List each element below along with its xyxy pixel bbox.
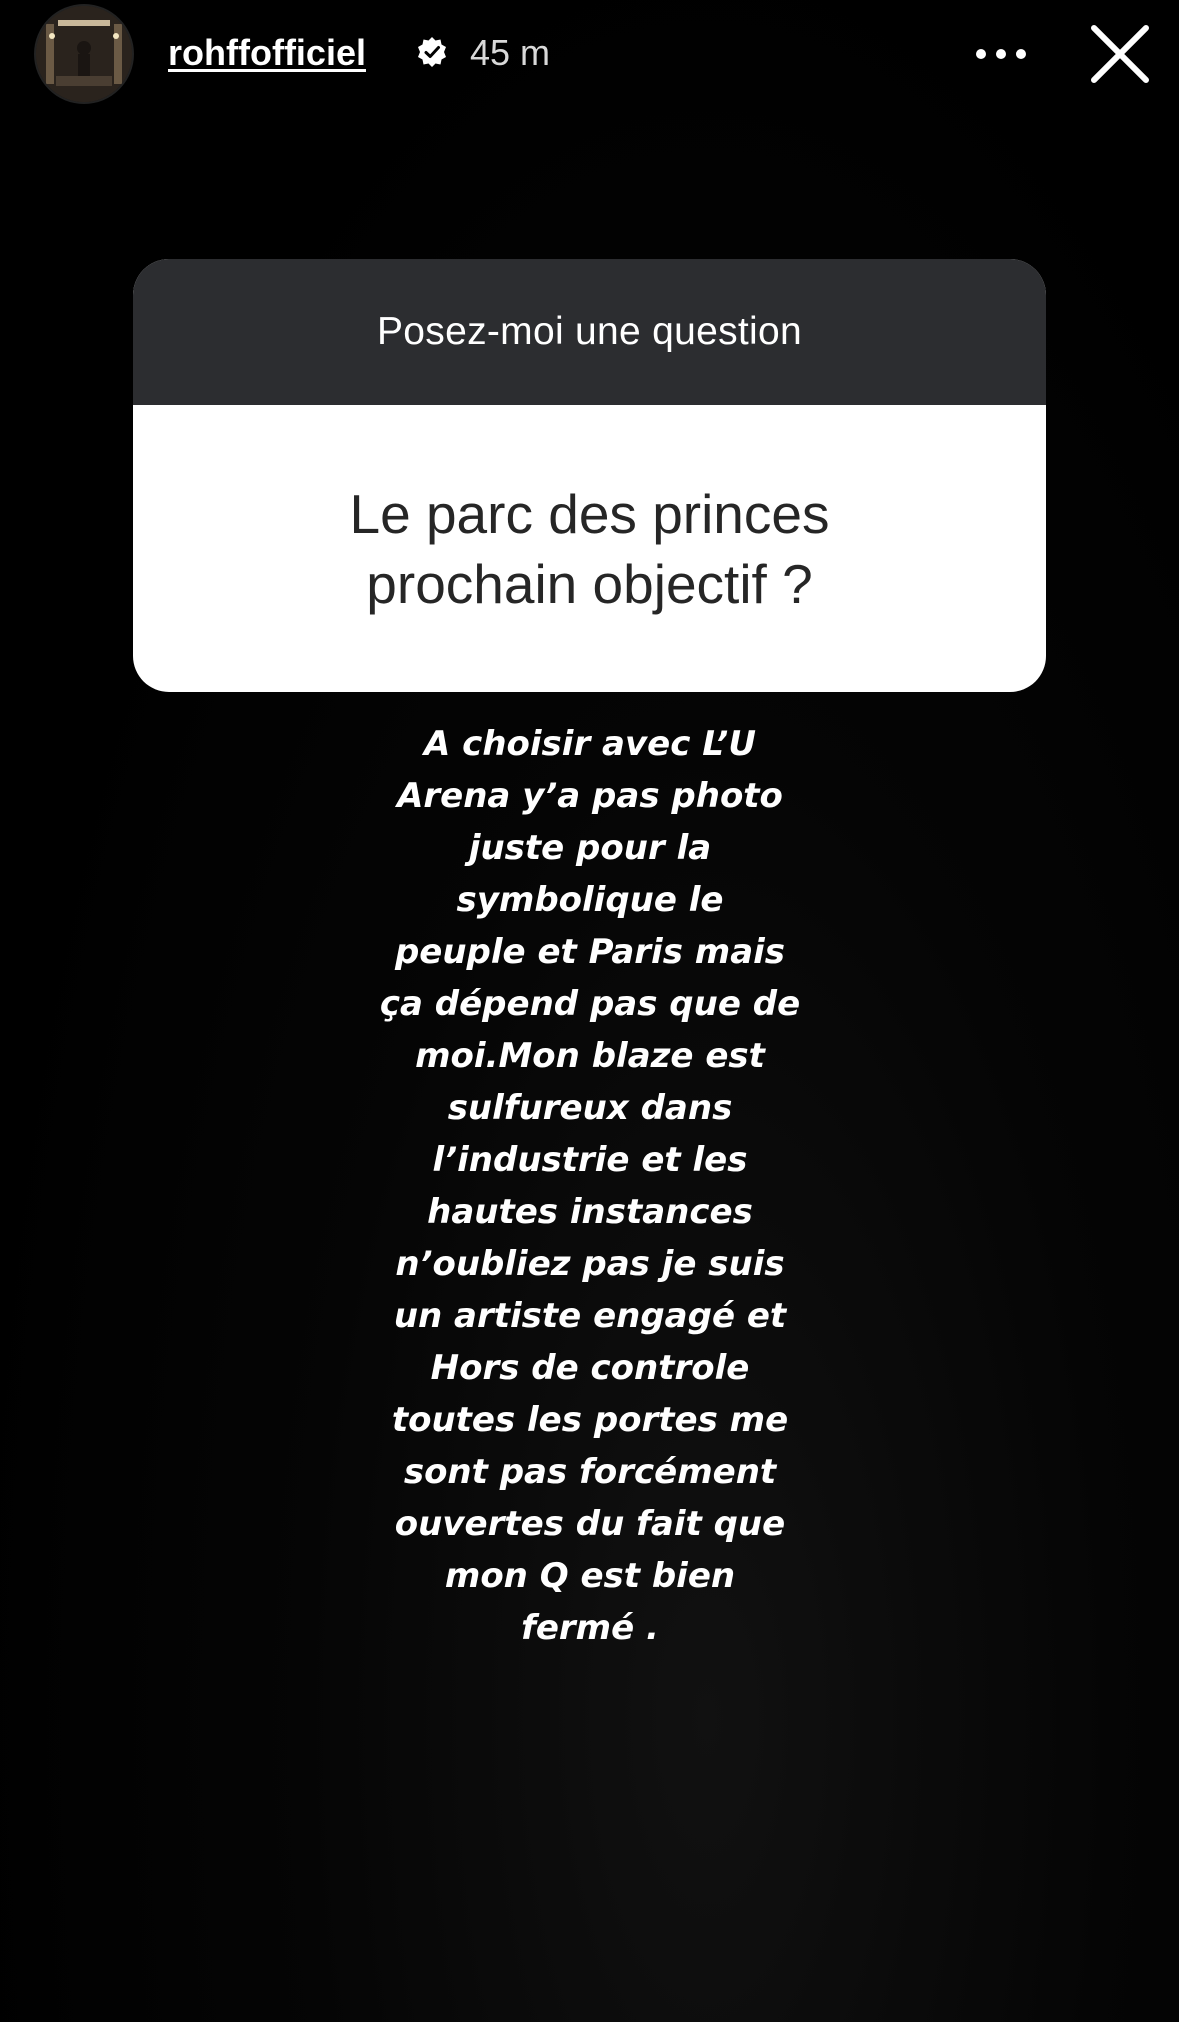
- sticker-body: Le parc des princes prochain objectif ?: [133, 405, 1046, 692]
- sticker-prompt: Posez-moi une question: [376, 310, 802, 353]
- story-header: rohffofficiel 45 m: [0, 0, 1179, 110]
- avatar[interactable]: [36, 6, 132, 102]
- verified-badge-icon: [416, 36, 448, 68]
- close-icon: [1091, 25, 1149, 83]
- answer-text: A choisir avec L’U Arena y’a pas photo j…: [379, 724, 801, 1648]
- question-sticker: Posez-moi une question Le parc des princ…: [133, 259, 1046, 692]
- close-button[interactable]: [1082, 16, 1158, 92]
- story-viewer[interactable]: rohffofficiel 45 m Posez-moi une questio…: [0, 0, 1179, 2022]
- sticker-question: Le parc des princes prochain objectif ?: [349, 482, 830, 615]
- post-timestamp: 45 m: [470, 32, 551, 73]
- sticker-header: Posez-moi une question: [133, 259, 1046, 405]
- more-options-button[interactable]: [966, 26, 1036, 82]
- more-options-icon: [976, 49, 1026, 59]
- username-link[interactable]: rohffofficiel: [168, 32, 366, 74]
- profile-photo-image: [36, 6, 132, 102]
